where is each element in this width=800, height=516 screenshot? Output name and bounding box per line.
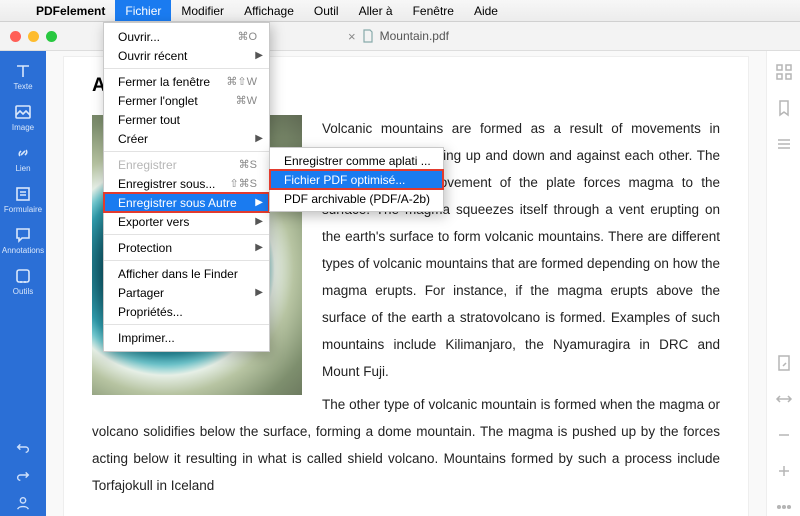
menu-item[interactable]: Fermer tout [104, 110, 269, 129]
file-icon [362, 29, 374, 43]
menu-shortcut: ⌘W [236, 94, 257, 107]
menu-item[interactable]: Ouvrir...⌘O [104, 27, 269, 46]
sidebar-item-label: Outils [13, 287, 33, 296]
zoom-out-icon[interactable] [775, 426, 793, 444]
menu-outil[interactable]: Outil [304, 0, 349, 21]
paragraph: The other type of volcanic mountain is f… [92, 391, 720, 499]
submenu-item[interactable]: Enregistrer comme aplati ... [270, 151, 443, 170]
menu-item-label: Afficher dans le Finder [118, 267, 257, 281]
menu-item[interactable]: Ouvrir récent▶ [104, 46, 269, 65]
menu-shortcut: ⌘⇧W [226, 75, 257, 88]
menu-shortcut: ⌘O [237, 30, 257, 43]
outline-icon[interactable] [775, 135, 793, 153]
menu-item[interactable]: Propriétés... [104, 302, 269, 321]
sidebar-item-label: Annotations [2, 246, 44, 255]
zoom-in-icon[interactable] [775, 462, 793, 480]
menu-shortcut: ⇧⌘S [229, 177, 257, 190]
menu-item[interactable]: Protection▶ [104, 238, 269, 257]
sidebar-undo-icon[interactable] [3, 434, 43, 460]
image-icon [14, 103, 32, 121]
menu-item-label: Fermer tout [118, 113, 257, 127]
file-menu-dropdown: Ouvrir...⌘OOuvrir récent▶Fermer la fenêt… [103, 22, 270, 352]
menu-item[interactable]: Créer▶ [104, 129, 269, 148]
submenu-arrow-icon: ▶ [255, 133, 263, 144]
text-icon [14, 62, 32, 80]
document-tab[interactable]: × Mountain.pdf [348, 29, 449, 44]
menu-item-label: Partager [118, 286, 257, 300]
link-icon [14, 144, 32, 162]
menu-allera[interactable]: Aller à [349, 0, 403, 21]
thumbnails-icon[interactable] [775, 63, 793, 81]
menu-item[interactable]: Afficher dans le Finder [104, 264, 269, 283]
right-panel-strip [766, 51, 800, 516]
sidebar-item-label: Lien [15, 164, 30, 173]
app-name[interactable]: PDFelement [26, 4, 115, 18]
submenu-item[interactable]: PDF archivable (PDF/A-2b) [270, 189, 443, 208]
minimize-window-button[interactable] [28, 31, 39, 42]
tools-icon [14, 267, 32, 285]
menu-item-label: Enregistrer sous... [118, 177, 229, 191]
menu-shortcut: ⌘S [239, 158, 257, 171]
menu-affichage[interactable]: Affichage [234, 0, 304, 21]
menu-item[interactable]: Fermer l'onglet⌘W [104, 91, 269, 110]
mac-menubar: PDFelement Fichier Modifier Affichage Ou… [0, 0, 800, 22]
close-window-button[interactable] [10, 31, 21, 42]
tab-title: Mountain.pdf [380, 29, 449, 43]
submenu-arrow-icon: ▶ [255, 50, 263, 61]
menu-fichier[interactable]: Fichier [115, 0, 171, 21]
left-sidebar: Texte Image Lien Formulaire Annotations … [0, 51, 46, 516]
sidebar-item-label: Image [12, 123, 34, 132]
sidebar-item-formulaire[interactable]: Formulaire [3, 180, 43, 219]
close-tab-icon[interactable]: × [348, 29, 356, 44]
menu-item-label: Propriétés... [118, 305, 257, 319]
menu-item[interactable]: Partager▶ [104, 283, 269, 302]
sidebar-item-image[interactable]: Image [3, 98, 43, 137]
menu-fenetre[interactable]: Fenêtre [403, 0, 464, 21]
sidebar-user-icon[interactable] [3, 490, 43, 516]
menu-item[interactable]: Enregistrer sous...⇧⌘S [104, 174, 269, 193]
menu-item-label: Enregistrer sous Autre [118, 196, 257, 210]
submenu-arrow-icon: ▶ [255, 287, 263, 298]
submenu-item[interactable]: Fichier PDF optimisé... [270, 170, 443, 189]
menu-item-label: Imprimer... [118, 331, 257, 345]
submenu-arrow-icon: ▶ [255, 197, 263, 208]
window-controls [0, 31, 57, 42]
save-as-other-submenu: Enregistrer comme aplati ...Fichier PDF … [269, 147, 444, 212]
more-icon[interactable] [775, 498, 793, 516]
menu-item[interactable]: Exporter vers▶ [104, 212, 269, 231]
submenu-arrow-icon: ▶ [255, 216, 263, 227]
sidebar-item-outils[interactable]: Outils [3, 262, 43, 301]
zoom-window-button[interactable] [46, 31, 57, 42]
sidebar-item-label: Formulaire [4, 205, 42, 214]
menu-item-label: Fermer l'onglet [118, 94, 236, 108]
sidebar-item-annotations[interactable]: Annotations [3, 221, 43, 260]
menu-item-label: Protection [118, 241, 257, 255]
sidebar-item-lien[interactable]: Lien [3, 139, 43, 178]
annotations-icon [14, 226, 32, 244]
fit-width-icon[interactable] [775, 390, 793, 408]
menu-item-label: Fermer la fenêtre [118, 75, 226, 89]
menu-item-label: Ouvrir... [118, 30, 237, 44]
sidebar-item-label: Texte [13, 82, 32, 91]
menu-item[interactable]: Enregistrer sous Autre▶ [104, 193, 269, 212]
page-nav-icon[interactable] [775, 354, 793, 372]
menu-item-label: Exporter vers [118, 215, 257, 229]
menu-aide[interactable]: Aide [464, 0, 508, 21]
submenu-arrow-icon: ▶ [255, 242, 263, 253]
sidebar-item-texte[interactable]: Texte [3, 57, 43, 96]
sidebar-redo-icon[interactable] [3, 462, 43, 488]
menu-modifier[interactable]: Modifier [171, 0, 234, 21]
menu-item-label: Enregistrer [118, 158, 239, 172]
menu-item-label: Créer [118, 132, 257, 146]
menu-item[interactable]: Fermer la fenêtre⌘⇧W [104, 72, 269, 91]
form-icon [14, 185, 32, 203]
menu-item: Enregistrer⌘S [104, 155, 269, 174]
menu-item[interactable]: Imprimer... [104, 328, 269, 347]
bookmark-icon[interactable] [775, 99, 793, 117]
menu-item-label: Ouvrir récent [118, 49, 257, 63]
